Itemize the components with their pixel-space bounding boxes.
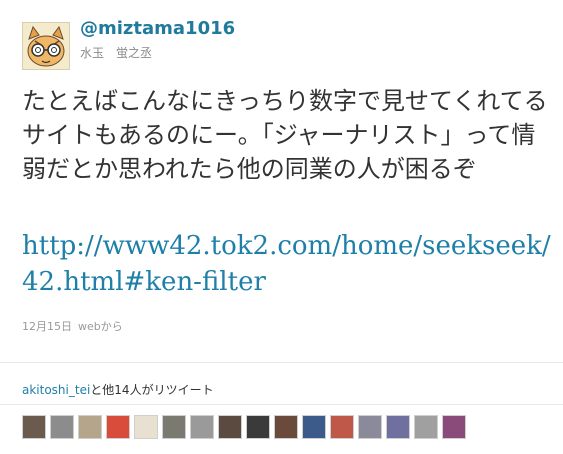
retweet-count-text: と他14人がリツイート <box>90 383 214 397</box>
retweeter-avatar[interactable] <box>106 415 130 439</box>
retweeter-avatar[interactable] <box>190 415 214 439</box>
retweeter-avatar[interactable] <box>330 415 354 439</box>
retweeter-avatar[interactable] <box>414 415 438 439</box>
tweet-text: たとえばこんなにきっちり数字で見せてくれてるサイトもあるのにー。「ジャーナリスト… <box>22 87 548 183</box>
retweet-summary: akitoshi_teiと他14人がリツイート <box>22 381 214 398</box>
retweeter-avatar[interactable] <box>274 415 298 439</box>
retweeter-avatar[interactable] <box>50 415 74 439</box>
cat-with-glasses-avatar-icon <box>23 23 69 69</box>
divider <box>0 404 563 405</box>
retweet-user-link[interactable]: akitoshi_tei <box>22 383 90 397</box>
tweet-link[interactable]: http://www42.tok2.com/home/seekseek/42.h… <box>22 228 557 300</box>
author-screen-name[interactable]: @miztama1016 <box>80 18 235 39</box>
retweeter-avatar[interactable] <box>302 415 326 439</box>
tweet-source: webから <box>78 320 123 333</box>
retweeter-avatar[interactable] <box>246 415 270 439</box>
retweeter-avatar[interactable] <box>22 415 46 439</box>
retweeter-avatar[interactable] <box>386 415 410 439</box>
tweet-meta: 12月15日 webから <box>22 318 123 334</box>
retweeter-avatar[interactable] <box>442 415 466 439</box>
tweet-date[interactable]: 12月15日 <box>22 320 72 333</box>
retweeter-avatar[interactable] <box>218 415 242 439</box>
retweeter-avatar[interactable] <box>358 415 382 439</box>
retweeter-avatar[interactable] <box>134 415 158 439</box>
retweeter-avatar[interactable] <box>78 415 102 439</box>
divider <box>0 362 563 363</box>
retweeter-avatar[interactable] <box>162 415 186 439</box>
retweeter-avatars <box>22 415 466 441</box>
author-display-name[interactable]: 水玉 蛍之丞 <box>80 44 152 61</box>
author-avatar[interactable] <box>22 22 70 70</box>
